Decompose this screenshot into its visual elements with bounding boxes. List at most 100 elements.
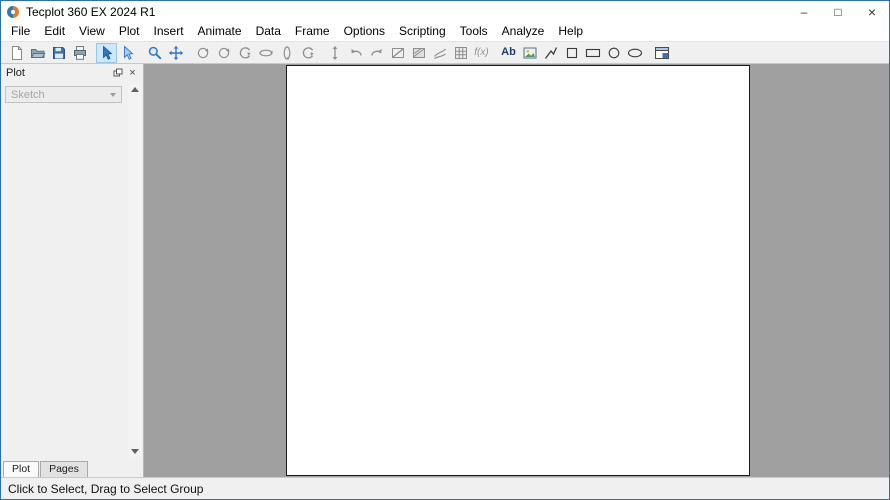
menu-frame[interactable]: Frame (288, 23, 337, 40)
frame-window-icon (654, 46, 669, 59)
menu-data[interactable]: Data (249, 23, 288, 40)
menu-plot[interactable]: Plot (112, 23, 147, 40)
slice-tool (387, 43, 408, 63)
printer-icon (73, 45, 86, 60)
window-title: Tecplot 360 EX 2024 R1 (26, 4, 156, 19)
tecplot-window: Tecplot 360 EX 2024 R1 – □ × File Edit Vie… (0, 0, 890, 500)
plot-sidebar: Plot × Sketch Plot Pages (1, 64, 144, 477)
menu-file[interactable]: File (4, 23, 37, 40)
data-spreadsheet-tool (450, 43, 471, 63)
rotate-twist-icon (239, 46, 251, 59)
statusbar: Click to Select, Drag to Select Group (1, 477, 889, 499)
menu-help[interactable]: Help (551, 23, 590, 40)
add-square-tool[interactable] (561, 43, 582, 63)
sidebar-tab-pages[interactable]: Pages (40, 461, 88, 477)
move-arrows-icon (168, 45, 183, 60)
status-text: Click to Select, Drag to Select Group (8, 481, 204, 496)
open-folder-icon (30, 48, 46, 58)
streamtrace-icon (433, 48, 446, 59)
close-icon: × (129, 66, 136, 79)
new-layout-button[interactable] (6, 43, 27, 63)
tecplot-app-icon (6, 5, 20, 19)
sidebar-title: Plot (6, 66, 25, 79)
add-text-icon: Ab (501, 46, 516, 58)
open-button[interactable] (27, 43, 48, 63)
sidebar-close-button[interactable]: × (125, 66, 140, 80)
chevron-down-icon (110, 92, 116, 97)
float-panel-button[interactable] (110, 66, 125, 80)
sidebar-body: Sketch (1, 81, 143, 460)
sidebar-header: Plot × (1, 64, 143, 81)
print-button[interactable] (69, 43, 90, 63)
probe-icon (332, 45, 337, 60)
plot-type-dropdown: Sketch (5, 86, 122, 103)
triangle-up-icon (130, 87, 139, 92)
menubar: File Edit View Plot Insert Animate Data Frame Op… (1, 22, 889, 41)
minimize-button[interactable]: – (787, 1, 821, 22)
rotate-twist-icon (302, 46, 314, 59)
equations-tool: f(x) (471, 43, 492, 63)
maximize-button[interactable]: □ (821, 1, 855, 22)
adjust-tool[interactable] (117, 43, 138, 63)
slice-icon (391, 47, 404, 58)
scroll-down-button[interactable] (129, 446, 140, 457)
ellipse-icon (627, 48, 642, 57)
square-icon (566, 47, 577, 58)
plot-frame[interactable] (286, 65, 750, 476)
rotate-x-tool (255, 43, 276, 63)
add-text-tool[interactable]: Ab (498, 43, 519, 63)
menu-edit[interactable]: Edit (37, 23, 72, 40)
close-button[interactable]: × (855, 1, 889, 22)
float-panel-icon (113, 68, 123, 78)
add-polyline-tool[interactable] (540, 43, 561, 63)
redo-button (366, 43, 387, 63)
rotate-twist-tool (234, 43, 255, 63)
menu-animate[interactable]: Animate (191, 23, 249, 40)
menu-insert[interactable]: Insert (147, 23, 191, 40)
rotate-sphere-icon (197, 47, 208, 58)
adjust-arrow-icon (123, 44, 134, 60)
add-circle-tool[interactable] (603, 43, 624, 63)
rotate-z-tool (297, 43, 318, 63)
rectangle-icon (585, 48, 600, 57)
add-ellipse-tool[interactable] (624, 43, 645, 63)
new-page-icon (11, 45, 22, 60)
floppy-icon (52, 46, 65, 59)
rotate-rollerball-tool (213, 43, 234, 63)
main-area: Plot × Sketch Plot Pages (1, 64, 889, 477)
add-rectangle-tool[interactable] (582, 43, 603, 63)
sidebar-tab-plot[interactable]: Plot (3, 461, 40, 477)
menu-scripting[interactable]: Scripting (392, 23, 453, 40)
contour-icon (412, 47, 425, 58)
sidebar-scrollbar[interactable] (128, 84, 141, 457)
select-tool[interactable] (96, 42, 117, 63)
menu-view[interactable]: View (72, 23, 112, 40)
contour-tool (408, 43, 429, 63)
save-button[interactable] (48, 43, 69, 63)
rotate-vertical-icon (283, 45, 290, 60)
undo-button (345, 43, 366, 63)
rotate-sphere-icon (218, 47, 229, 58)
circle-icon (608, 47, 619, 58)
grid-icon (454, 46, 467, 59)
probe-tool (324, 43, 345, 63)
create-frame-tool[interactable] (651, 43, 672, 63)
zoom-tool[interactable] (144, 43, 165, 63)
equations-fx-icon: f(x) (474, 46, 489, 58)
redo-icon (370, 48, 382, 56)
scroll-up-button[interactable] (129, 84, 140, 95)
polyline-icon (544, 46, 557, 59)
workspace (144, 64, 889, 477)
rotate-y-tool (276, 43, 297, 63)
streamtrace-tool (429, 43, 450, 63)
translate-tool[interactable] (165, 43, 186, 63)
rotate-spherical-tool (192, 43, 213, 63)
menu-analyze[interactable]: Analyze (495, 23, 552, 40)
add-image-tool[interactable] (519, 43, 540, 63)
menu-tools[interactable]: Tools (453, 23, 495, 40)
picture-icon (523, 47, 536, 58)
toolbar: f(x) Ab (1, 41, 889, 64)
triangle-down-icon (130, 449, 139, 454)
plot-type-value: Sketch (11, 88, 45, 101)
menu-options[interactable]: Options (337, 23, 392, 40)
